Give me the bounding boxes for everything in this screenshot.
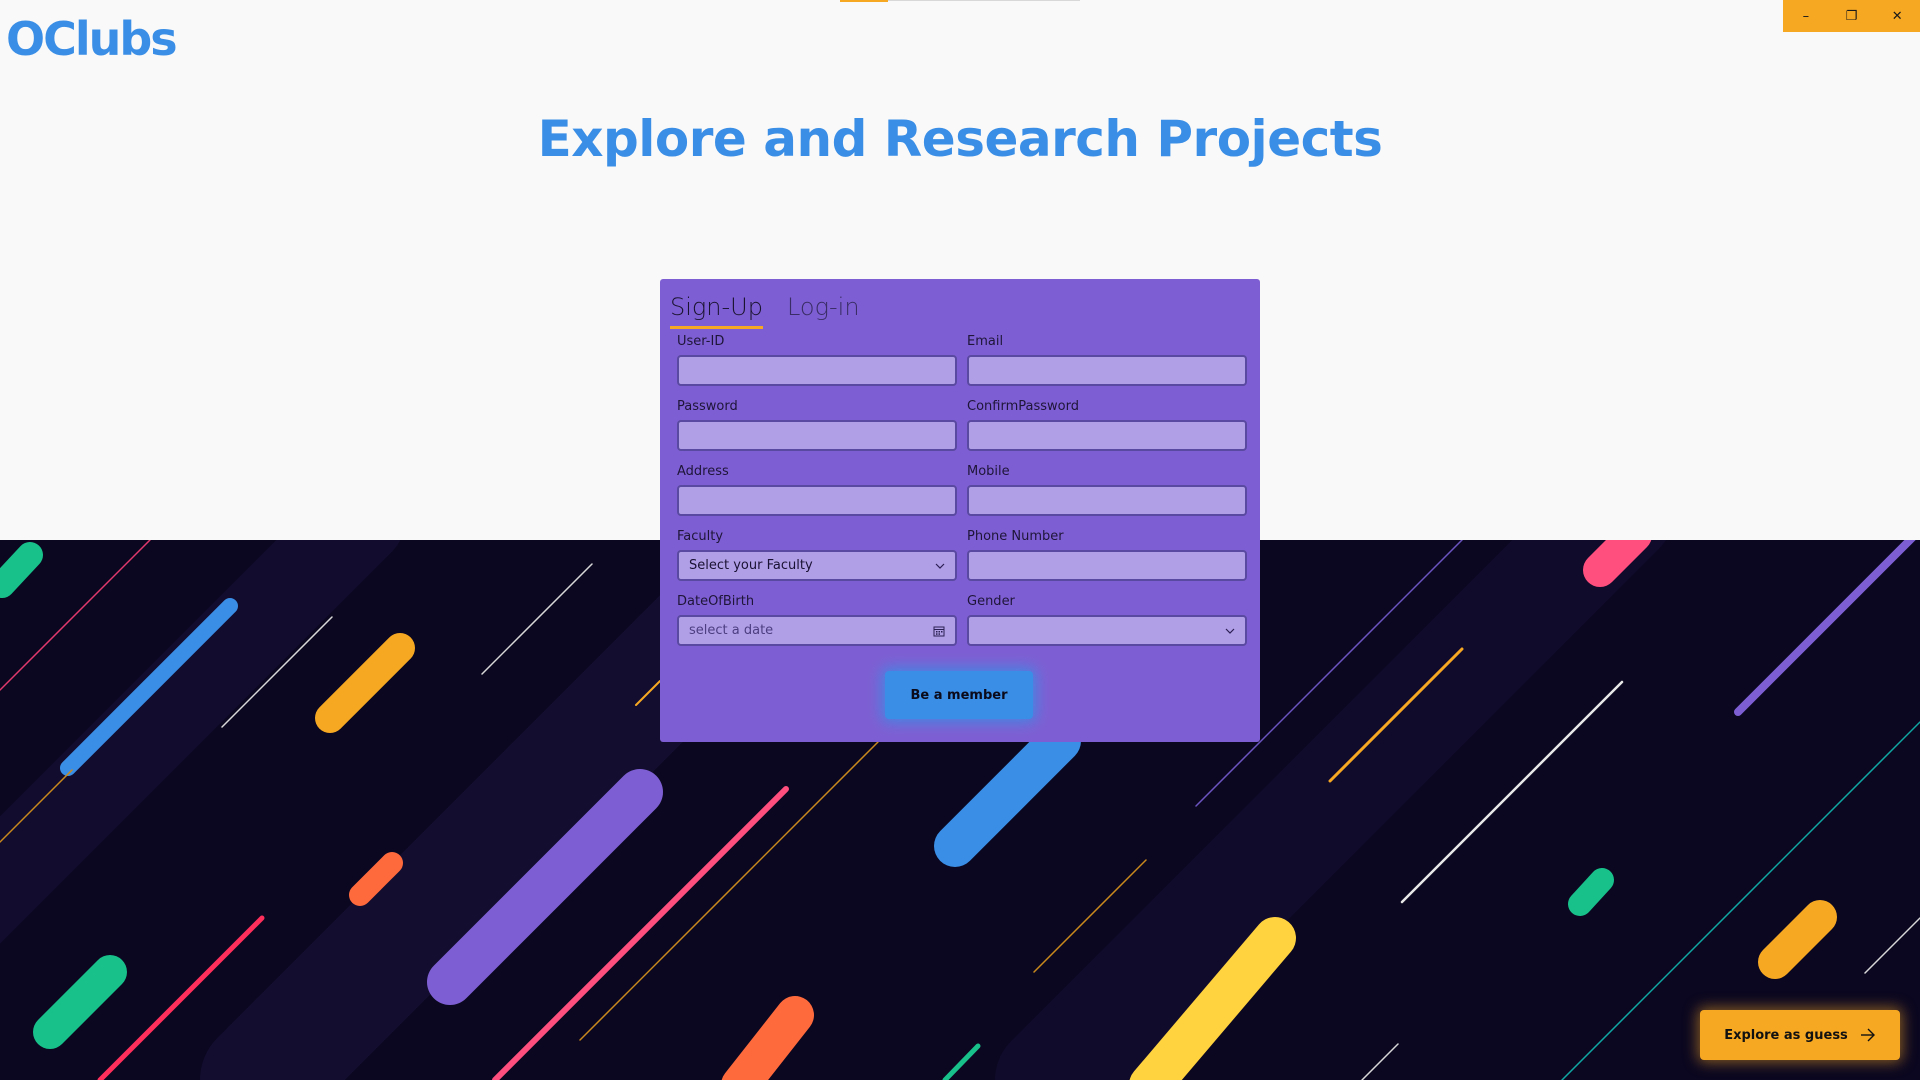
confirm-password-input[interactable]	[967, 420, 1247, 451]
email-label: Email	[967, 334, 1004, 349]
restore-button[interactable]: ❐	[1829, 0, 1875, 32]
user-id-label: User-ID	[677, 334, 725, 349]
be-a-member-button[interactable]: Be a member	[885, 671, 1033, 719]
mobile-label: Mobile	[967, 464, 1010, 479]
calendar-icon	[933, 626, 945, 636]
mobile-input[interactable]	[967, 485, 1247, 516]
app-window: – ❐ ✕ OClubs Explore and Research Projec…	[0, 0, 1920, 1080]
explore-as-guest-button[interactable]: Explore as guess	[1700, 1010, 1900, 1060]
chevron-down-icon	[1225, 628, 1235, 634]
date-of-birth-picker[interactable]: select a date	[677, 615, 957, 646]
confirm-password-label: ConfirmPassword	[967, 399, 1079, 414]
page-title: Explore and Research Projects	[537, 110, 1383, 168]
user-id-input[interactable]	[677, 355, 957, 386]
window-controls: – ❐ ✕	[1783, 0, 1920, 32]
date-placeholder: select a date	[689, 623, 774, 638]
arrow-right-icon	[1860, 1028, 1875, 1042]
faculty-selected-value: Select your Faculty	[689, 558, 813, 573]
address-input[interactable]	[677, 485, 957, 516]
date-of-birth-label: DateOfBirth	[677, 594, 755, 609]
tab-log-in[interactable]: Log-in	[787, 293, 860, 329]
faculty-dropdown[interactable]: Select your Faculty	[677, 550, 957, 581]
title-drag-bar	[888, 0, 1080, 1]
phone-number-label: Phone Number	[967, 529, 1064, 544]
gender-label: Gender	[967, 594, 1015, 609]
phone-number-input[interactable]	[967, 550, 1247, 581]
form-tabs: Sign-Up Log-in	[670, 293, 860, 329]
password-input[interactable]	[677, 420, 957, 451]
tab-sign-up[interactable]: Sign-Up	[670, 293, 763, 329]
minimize-button[interactable]: –	[1783, 0, 1829, 32]
gender-dropdown[interactable]	[967, 615, 1247, 646]
password-label: Password	[677, 399, 738, 414]
email-input[interactable]	[967, 355, 1247, 386]
chevron-down-icon	[935, 563, 945, 569]
close-button[interactable]: ✕	[1874, 0, 1920, 32]
app-logo: OClubs	[6, 12, 178, 66]
title-drag-accent	[840, 0, 888, 2]
faculty-label: Faculty	[677, 529, 724, 544]
explore-as-guest-label: Explore as guess	[1724, 1027, 1848, 1043]
signup-form-card: Sign-Up Log-in User-ID Email Password Co…	[660, 279, 1260, 742]
address-label: Address	[677, 464, 729, 479]
